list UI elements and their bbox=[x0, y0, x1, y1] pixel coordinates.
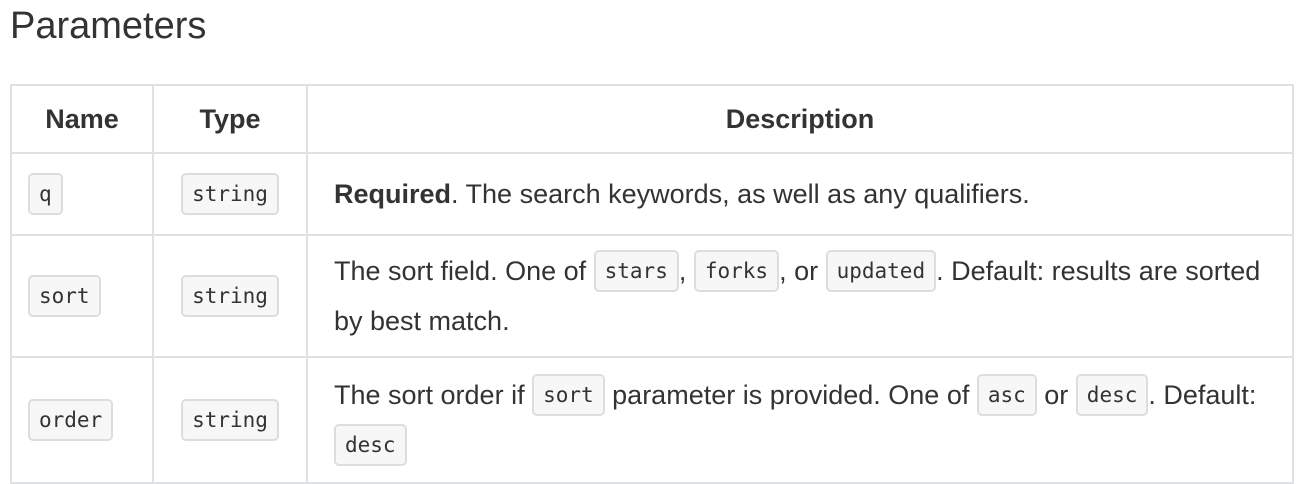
inline-code-forks: forks bbox=[693, 249, 780, 292]
inline-code-sort: sort bbox=[532, 373, 605, 416]
column-header-name: Name bbox=[10, 84, 154, 154]
description-text: parameter is provided. One of bbox=[604, 380, 977, 410]
column-header-description: Description bbox=[306, 84, 1294, 154]
inline-code-asc: asc bbox=[976, 373, 1037, 416]
description-text: , or bbox=[779, 256, 826, 286]
inline-code-default-desc: desc bbox=[334, 423, 407, 466]
param-description: The sort field. One of stars, forks, or … bbox=[306, 234, 1294, 358]
table-header-row: Name Type Description bbox=[10, 84, 1294, 154]
description-text: . Default: bbox=[1148, 380, 1257, 410]
param-type: string bbox=[181, 398, 279, 441]
table-row: q string Required. The search keywords, … bbox=[10, 152, 1294, 236]
table-row: sort string The sort field. One of stars… bbox=[10, 234, 1294, 358]
param-description: The sort order if sort parameter is prov… bbox=[306, 356, 1294, 484]
param-name: q bbox=[28, 172, 63, 215]
param-type: string bbox=[181, 172, 279, 215]
inline-code-updated: updated bbox=[825, 249, 937, 292]
inline-code-stars: stars bbox=[593, 249, 679, 292]
param-name-cell: q bbox=[10, 152, 154, 236]
param-type-cell: string bbox=[152, 152, 308, 236]
required-label: Required bbox=[334, 179, 452, 209]
description-text: The sort field. One of bbox=[334, 256, 594, 286]
param-name: sort bbox=[28, 274, 101, 317]
param-name-cell: sort bbox=[10, 234, 154, 358]
param-type-cell: string bbox=[152, 356, 308, 484]
description-text: , bbox=[678, 256, 694, 286]
parameters-table: Name Type Description q string Required.… bbox=[10, 84, 1294, 484]
description-text: . The search keywords, as well as any qu… bbox=[451, 179, 1030, 209]
description-text: or bbox=[1036, 380, 1076, 410]
page-title: Parameters bbox=[10, 5, 207, 47]
param-name: order bbox=[28, 398, 114, 441]
table-row: order string The sort order if sort para… bbox=[10, 356, 1294, 484]
param-description: Required. The search keywords, as well a… bbox=[306, 152, 1294, 236]
description-text: The sort order if bbox=[334, 380, 533, 410]
param-type: string bbox=[181, 274, 279, 317]
column-header-type: Type bbox=[152, 84, 308, 154]
param-type-cell: string bbox=[152, 234, 308, 358]
inline-code-desc: desc bbox=[1075, 373, 1149, 416]
param-name-cell: order bbox=[10, 356, 154, 484]
